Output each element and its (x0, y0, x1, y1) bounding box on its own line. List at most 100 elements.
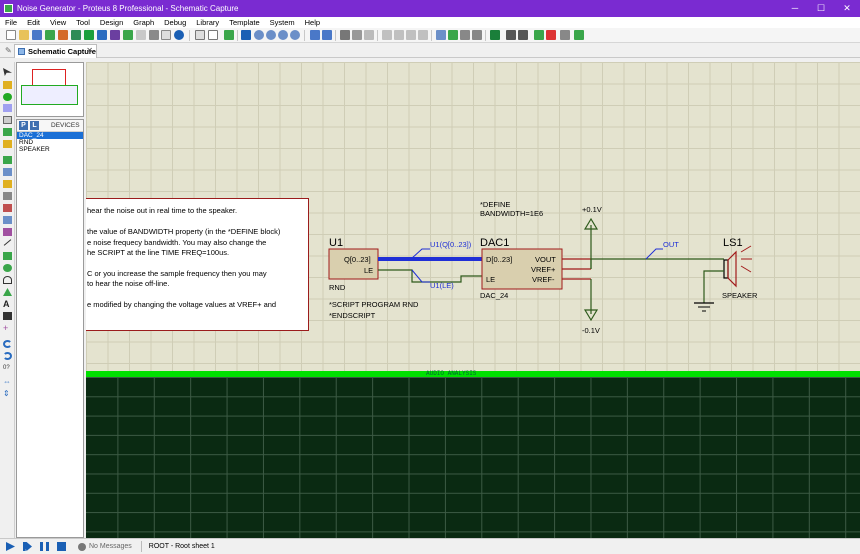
packaging-tool-icon[interactable] (460, 30, 470, 40)
menu-graph[interactable]: Graph (128, 17, 159, 28)
graph-mode-icon[interactable] (3, 180, 12, 188)
device-pins-icon[interactable] (3, 168, 12, 176)
mirror-x-icon[interactable]: ⇔ (3, 378, 12, 386)
pcb-layout-icon[interactable] (71, 30, 81, 40)
pan-icon[interactable] (241, 30, 251, 40)
menu-template[interactable]: Template (224, 17, 264, 28)
block-delete-icon[interactable] (418, 30, 428, 40)
editing-window[interactable]: hear the noise out in real time to the s… (86, 62, 860, 538)
close-button[interactable]: ✕ (834, 0, 860, 17)
help-icon[interactable] (174, 30, 184, 40)
text-icon[interactable]: A (3, 300, 12, 309)
subcircuit-icon[interactable] (3, 140, 12, 148)
ground-wire[interactable] (703, 270, 724, 303)
netlist-icon[interactable] (574, 30, 584, 40)
menu-design[interactable]: Design (95, 17, 128, 28)
pick-device-icon[interactable] (436, 30, 446, 40)
copy-icon[interactable] (352, 30, 362, 40)
component-icon[interactable] (149, 30, 159, 40)
virtual-instrument-icon[interactable] (3, 228, 12, 236)
make-device-icon[interactable] (448, 30, 458, 40)
menu-library[interactable]: Library (191, 17, 224, 28)
messages-icon[interactable] (78, 542, 86, 551)
redo-icon[interactable] (322, 30, 332, 40)
stop-icon[interactable] (57, 542, 66, 551)
device-item-speaker[interactable]: SPEAKER (17, 146, 83, 153)
new-file-icon[interactable] (6, 30, 16, 40)
voltage-probe-icon[interactable] (3, 216, 12, 224)
minimize-button[interactable]: ─ (782, 0, 808, 17)
notes-icon[interactable] (161, 30, 171, 40)
menu-tool[interactable]: Tool (71, 17, 95, 28)
terminals-icon[interactable] (3, 156, 12, 164)
box-icon[interactable] (3, 252, 12, 260)
step-icon[interactable] (23, 542, 32, 551)
line-icon[interactable] (3, 239, 12, 246)
gerber-icon[interactable] (97, 30, 107, 40)
speaker-cone[interactable] (727, 250, 737, 288)
open-folder-icon[interactable] (19, 30, 29, 40)
library-manager-button[interactable]: L (30, 121, 39, 130)
arc-icon[interactable] (3, 276, 12, 284)
property-tool-icon[interactable] (518, 30, 528, 40)
maximize-button[interactable]: ☐ (808, 0, 834, 17)
wire-label-icon[interactable] (3, 104, 12, 112)
buses-icon[interactable] (3, 128, 12, 136)
audio-analysis-graph[interactable] (86, 377, 860, 538)
zoom-in-icon[interactable] (254, 30, 264, 40)
paste-icon[interactable] (364, 30, 374, 40)
block-copy-icon[interactable] (382, 30, 392, 40)
zoom-out-icon[interactable] (266, 30, 276, 40)
block-move-icon[interactable] (394, 30, 404, 40)
overview-window[interactable] (16, 62, 84, 117)
junction-dot-icon[interactable] (3, 93, 12, 101)
block-rotate-icon[interactable] (406, 30, 416, 40)
zoom-all-icon[interactable] (278, 30, 288, 40)
menu-system[interactable]: System (265, 17, 300, 28)
bom-icon[interactable] (123, 30, 133, 40)
menu-debug[interactable]: Debug (159, 17, 191, 28)
menu-edit[interactable]: Edit (22, 17, 45, 28)
messages-status[interactable]: No Messages (89, 543, 132, 550)
decompose-icon[interactable] (472, 30, 482, 40)
exit-to-parent-icon[interactable] (560, 30, 570, 40)
device-item-rnd[interactable]: RND (17, 139, 83, 146)
pause-icon[interactable] (40, 542, 49, 551)
text-script-icon[interactable] (3, 116, 12, 124)
rotate-clockwise-icon[interactable] (3, 340, 12, 348)
source-code-icon[interactable] (136, 30, 146, 40)
rotate-anticlockwise-icon[interactable] (3, 352, 12, 360)
selection-mode-icon[interactable] (3, 68, 12, 76)
generator-icon[interactable] (3, 204, 12, 212)
rotation-angle-field[interactable]: 0? (3, 364, 12, 372)
home-icon[interactable] (45, 30, 55, 40)
schematic-icon[interactable] (58, 30, 68, 40)
origin-icon[interactable] (224, 30, 234, 40)
undo-icon[interactable] (310, 30, 320, 40)
design-explorer-icon[interactable] (110, 30, 120, 40)
schematic-canvas[interactable]: hear the noise out in real time to the s… (86, 62, 860, 371)
refresh-icon[interactable] (195, 30, 205, 40)
component-mode-icon[interactable] (3, 81, 12, 89)
new-sheet-icon[interactable] (534, 30, 544, 40)
tape-recorder-icon[interactable] (3, 192, 12, 200)
play-icon[interactable] (6, 542, 15, 551)
search-icon[interactable] (506, 30, 516, 40)
menu-view[interactable]: View (45, 17, 71, 28)
menu-file[interactable]: File (0, 17, 22, 28)
zoom-area-icon[interactable] (290, 30, 300, 40)
3d-view-icon[interactable] (84, 30, 94, 40)
symbol-icon[interactable] (3, 312, 12, 320)
pin-icon[interactable]: ✎ (5, 46, 12, 55)
device-item-dac24[interactable]: DAC_24 (17, 132, 83, 139)
tab-schematic-capture[interactable]: Schematic Capture ✕ (14, 44, 97, 58)
cut-icon[interactable] (340, 30, 350, 40)
save-icon[interactable] (32, 30, 42, 40)
grid-icon[interactable] (208, 30, 218, 40)
circle-icon[interactable] (3, 264, 12, 272)
tab-close-button[interactable]: ✕ (86, 46, 93, 55)
pick-devices-button[interactable]: P (19, 121, 28, 130)
menu-help[interactable]: Help (300, 17, 325, 28)
remove-sheet-icon[interactable] (546, 30, 556, 40)
wire-autorouter-icon[interactable] (490, 30, 500, 40)
